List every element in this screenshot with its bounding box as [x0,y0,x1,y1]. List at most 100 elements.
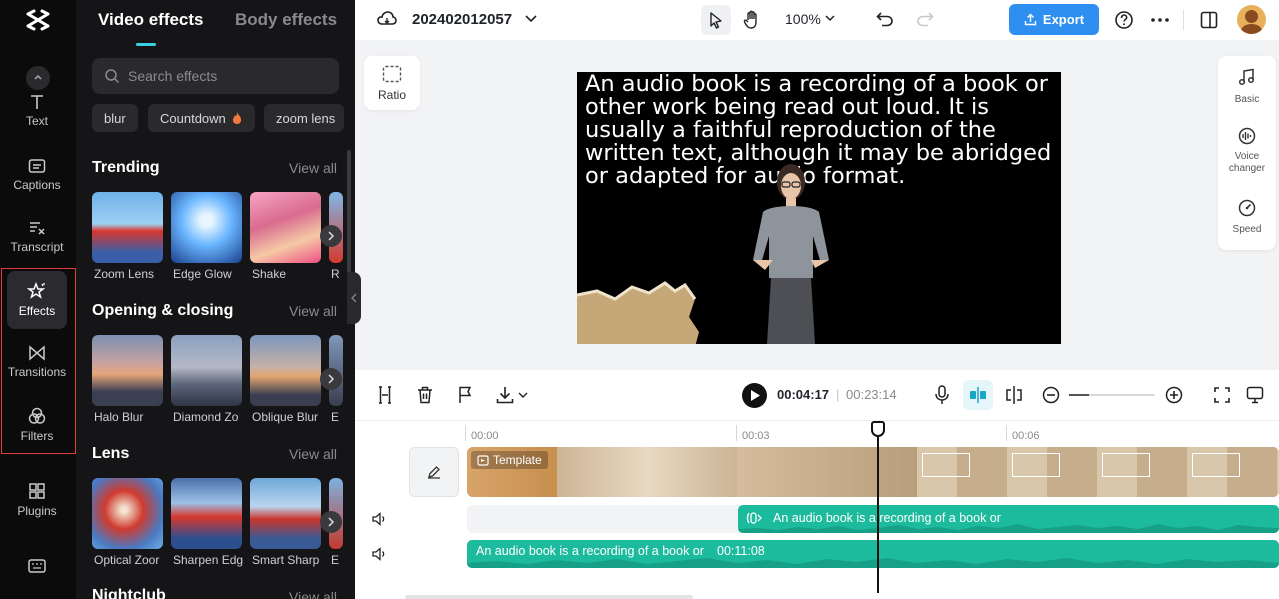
view-all-trending[interactable]: View all [289,160,337,176]
fit-screen-icon[interactable] [1214,387,1230,403]
split-screen-icon[interactable] [1005,385,1023,405]
chip-countdown[interactable]: Countdown [148,104,255,132]
keyboard-shortcuts-button[interactable] [7,548,67,588]
speaker-icon[interactable] [371,546,387,562]
preview-window-icon[interactable] [1246,386,1264,404]
playhead-handle[interactable] [871,421,885,437]
audio-track-label: An audio book is a recording of a book o… [773,511,1001,525]
tab-video-effects[interactable]: Video effects [98,10,204,30]
captions-icon [28,159,46,173]
tool-basic[interactable]: Basic [1218,68,1276,106]
chevron-down-icon[interactable] [518,392,528,399]
playhead[interactable] [877,421,879,593]
export-button[interactable]: Export [1009,4,1099,35]
voice-changer-icon [1238,127,1256,145]
tool-voice-changer[interactable]: Voice changer [1218,127,1276,175]
left-rail: Text Captions Transcript Effects Transit… [0,0,76,599]
zoom-out-icon[interactable] [1042,386,1060,404]
effect-thumb-edge-glow[interactable] [171,192,242,263]
effect-thumb-sharpen-edge[interactable] [171,478,242,549]
right-tools-panel: Basic Voice changer Speed [1218,56,1276,250]
ratio-label: Ratio [377,87,406,102]
zoom-slider[interactable] [1069,394,1155,396]
chevron-right-icon [328,374,335,384]
effect-thumb-oblique-blur[interactable] [250,335,321,406]
panel-scrollbar[interactable] [347,150,351,290]
carousel-next-opening-closing[interactable] [320,368,342,390]
download-icon[interactable] [496,386,514,404]
chip-blur[interactable]: blur [92,104,138,132]
rail-item-transcript[interactable]: Transcript [7,208,67,266]
top-bar: 202402012057 100% Export [355,0,1279,40]
effect-thumb-diamond-zoom[interactable] [171,335,242,406]
scroll-up-icon[interactable] [26,66,50,90]
rail-item-text[interactable]: Text [7,90,67,132]
timeline-scrollbar[interactable] [405,595,693,599]
video-preview[interactable]: An audio book is a recording of a book o… [577,72,1061,344]
play-icon [751,390,760,401]
zoom-level[interactable]: 100% [785,11,821,27]
template-icon [477,454,489,466]
keyboard-icon [28,559,46,573]
rail-item-captions[interactable]: Captions [7,146,67,204]
project-name[interactable]: 202402012057 [412,11,512,28]
view-all-nightclub[interactable]: View all [289,589,337,599]
edit-cover-button[interactable] [409,447,459,497]
select-tool-button[interactable] [701,5,731,35]
split-icon[interactable] [377,386,393,404]
help-icon[interactable] [1114,10,1134,30]
auto-snap-button[interactable] [963,380,993,410]
audio-track-duration: 00:11:08 [717,544,765,558]
text-icon [31,95,43,109]
carousel-next-trending[interactable] [320,225,342,247]
tool-speed[interactable]: Speed [1218,199,1276,236]
template-badge: Template [471,451,548,469]
zoom-in-icon[interactable] [1165,386,1183,404]
effect-thumb-halo-blur[interactable] [92,335,163,406]
audio-track-clip-2[interactable]: An audio book is a recording of a book o… [467,540,1279,568]
ratio-button[interactable]: Ratio [364,56,420,110]
presenter-figure [753,164,829,344]
microphone-icon[interactable] [934,385,950,405]
tool-label: Basic [1234,94,1260,105]
avatar[interactable] [1237,5,1266,34]
capcut-logo-icon[interactable] [24,6,52,34]
chevron-right-icon [328,517,335,527]
transcript-icon [30,222,45,235]
zoom-slider-fill [1069,394,1089,396]
flag-icon[interactable] [458,386,472,404]
total-time: 00:23:14 [846,387,897,402]
timeline: 00:00 00:03 00:06 Template An audio book… [355,420,1279,599]
speaker-icon[interactable] [371,511,387,527]
effect-thumb-smart-sharp[interactable] [250,478,321,549]
tool-label: Voice changer [1228,151,1266,174]
collapse-panel-handle[interactable] [347,272,361,324]
layout-panel-icon[interactable] [1200,11,1218,29]
play-button[interactable] [742,383,767,408]
template-label: Template [493,453,542,467]
hand-tool-icon[interactable] [743,10,761,30]
view-all-lens[interactable]: View all [289,446,337,462]
undo-icon[interactable] [876,11,894,27]
chevron-down-icon[interactable] [825,15,835,22]
delete-icon[interactable] [417,386,433,404]
video-track-clip[interactable]: Template [467,447,1279,497]
divider [1183,10,1184,30]
redo-icon[interactable] [916,11,934,27]
tab-body-effects[interactable]: Body effects [235,10,337,30]
more-icon[interactable] [1151,18,1169,22]
pencil-icon [428,466,440,479]
effect-thumb-shake[interactable] [250,192,321,263]
chip-zoom-lens[interactable]: zoom lens [264,104,344,132]
audio-track-clip-1[interactable]: An audio book is a recording of a book o… [738,505,1279,533]
rail-item-plugins[interactable]: Plugins [7,471,67,529]
search-box[interactable] [92,58,339,94]
carousel-next-lens[interactable] [320,511,342,533]
chevron-down-icon[interactable] [525,15,537,23]
effect-thumb-optical-zoom[interactable] [92,478,163,549]
rail-label: Transcript [10,240,64,254]
search-input[interactable] [128,68,328,84]
view-all-opening-closing[interactable]: View all [289,303,337,319]
effect-thumb-zoom-lens[interactable] [92,192,163,263]
cloud-sync-icon[interactable] [377,10,397,28]
